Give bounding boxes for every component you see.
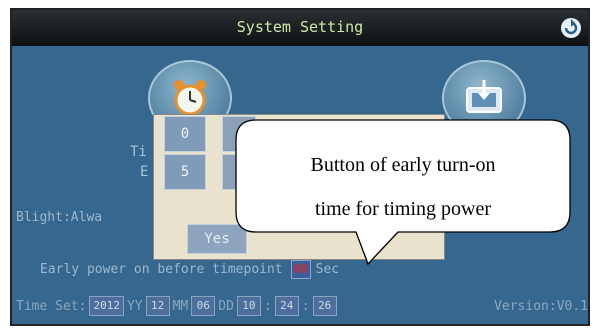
- version-text: Version:V0.1: [494, 298, 588, 314]
- time-set-row: Time Set: 2012 YY 12 MM 06 DD 10 : 24 : …: [16, 296, 588, 316]
- month-unit: MM: [172, 298, 189, 314]
- page-title: System Setting: [236, 18, 364, 36]
- title-bar: System Setting: [12, 10, 588, 46]
- monitor-download-icon: [466, 80, 502, 113]
- device-screen: System Setting Ti E Blight:Alwa Early po…: [10, 8, 590, 326]
- blight-label: Blight:: [16, 210, 71, 225]
- second-field[interactable]: 26: [312, 296, 337, 316]
- callout-bubble: [235, 119, 571, 266]
- time-set-label: Time Set:: [16, 298, 87, 314]
- callout-line-2: time for timing power: [314, 198, 492, 220]
- digit-0-button[interactable]: 0: [164, 116, 206, 152]
- day-unit: DD: [218, 298, 234, 314]
- back-button[interactable]: [558, 16, 584, 40]
- year-unit: YY: [126, 298, 143, 314]
- back-arrow-icon: [561, 18, 581, 38]
- timing-label-partial-2: E: [140, 164, 149, 180]
- timing-label-partial: Ti: [130, 144, 147, 160]
- callout-line-1: Button of early turn-on: [310, 154, 496, 176]
- year-field[interactable]: 2012: [89, 296, 124, 316]
- blight-value[interactable]: Alwa: [71, 210, 102, 225]
- hour-field[interactable]: 10: [236, 296, 261, 316]
- blight-row: Blight:Alwa: [16, 210, 102, 225]
- digit-5-button[interactable]: 5: [164, 154, 206, 190]
- month-field[interactable]: 12: [145, 296, 170, 316]
- day-field[interactable]: 06: [191, 296, 216, 316]
- minute-field[interactable]: 24: [274, 296, 299, 316]
